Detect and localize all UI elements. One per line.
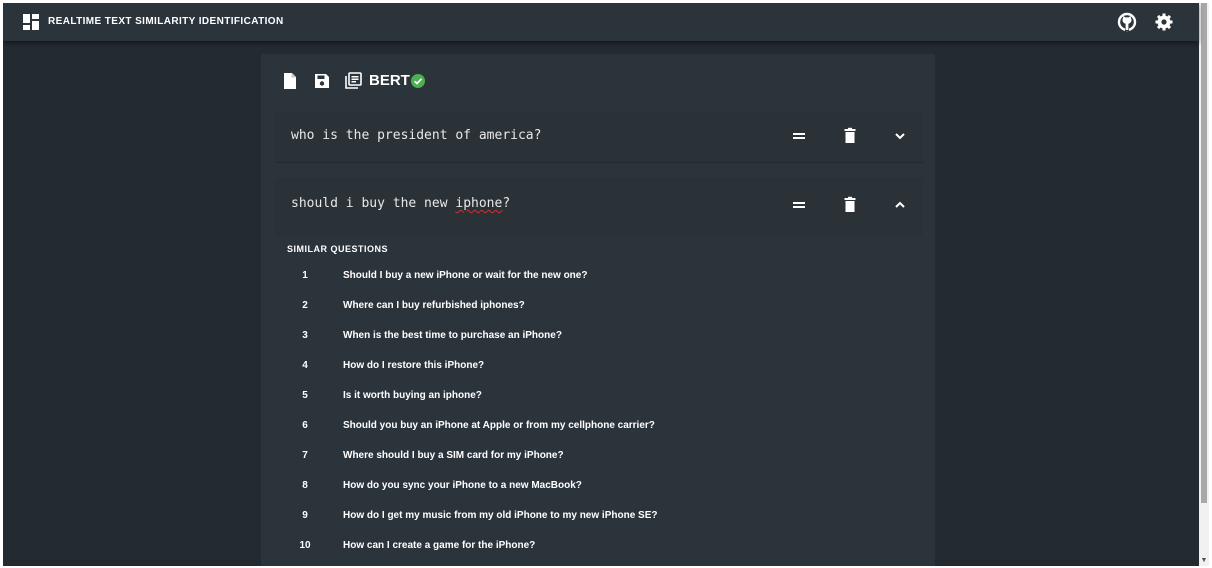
app-window: REALTIME TEXT SIMILARITY IDENTIFICATION (3, 3, 1209, 566)
github-icon[interactable] (1117, 12, 1137, 32)
scrollbar[interactable]: ▼ (1199, 3, 1209, 566)
chevron-down-icon[interactable] (891, 127, 909, 145)
dashboard-icon (23, 14, 39, 30)
check-circle-icon (411, 74, 425, 88)
save-icon[interactable] (313, 72, 331, 90)
app-title: REALTIME TEXT SIMILARITY IDENTIFICATION (48, 16, 284, 27)
misspelled-word: iphone (455, 196, 503, 211)
list-item[interactable]: 3 When is the best time to purchase an i… (287, 322, 917, 352)
model-name: BERT (369, 72, 410, 89)
chevron-up-icon[interactable] (891, 196, 909, 214)
question-text-part: ? (502, 196, 511, 211)
item-text: How can I create a game for the iPhone? (343, 540, 536, 551)
new-file-icon[interactable] (281, 72, 299, 90)
list-item[interactable]: 5 Is it worth buying an iphone? (287, 382, 917, 412)
item-number: 3 (302, 330, 308, 341)
question-text-part: should i buy the new (291, 196, 456, 211)
item-text: Is it worth buying an iphone? (343, 390, 482, 401)
item-text: Where can I buy refurbished iphones? (343, 300, 525, 311)
item-text: How do I get my music from my old iPhone… (343, 510, 658, 521)
list-item[interactable]: 10 How can I create a game for the iPhon… (287, 532, 917, 562)
item-text: Should you buy an iPhone at Apple or fro… (343, 420, 655, 431)
question-row[interactable]: who is the president of america? (275, 112, 923, 163)
list-item[interactable]: 7 Where should I buy a SIM card for my i… (287, 442, 917, 472)
main-panel: BERT who is the president of america? sh… (261, 54, 935, 566)
drag-handle-icon[interactable] (790, 196, 808, 214)
question-text[interactable]: who is the president of america? (291, 128, 541, 143)
list-item[interactable]: 8 How do you sync your iPhone to a new M… (287, 472, 917, 502)
item-number: 10 (299, 540, 311, 551)
list-item[interactable]: 6 Should you buy an iPhone at Apple or f… (287, 412, 917, 442)
list-item[interactable]: 1 Should I buy a new iPhone or wait for … (287, 262, 917, 292)
item-number: 9 (302, 510, 308, 521)
item-text: How do you sync your iPhone to a new Mac… (343, 480, 582, 491)
item-number: 2 (302, 300, 308, 311)
drag-handle-icon[interactable] (790, 127, 808, 145)
library-books-icon[interactable] (344, 72, 362, 90)
list-item[interactable]: 4 How do I restore this iPhone? (287, 352, 917, 382)
similar-questions-heading: SIMILAR QUESTIONS (287, 244, 389, 254)
item-number: 8 (302, 480, 308, 491)
question-text[interactable]: should i buy the new iphone? (291, 196, 510, 211)
item-text: When is the best time to purchase an iPh… (343, 330, 562, 341)
scroll-down-arrow-icon[interactable]: ▼ (1200, 557, 1208, 565)
question-row-expanded[interactable]: should i buy the new iphone? (275, 178, 923, 236)
item-text: Should I buy a new iPhone or wait for th… (343, 270, 588, 281)
item-number: 7 (302, 450, 308, 461)
app-bar: REALTIME TEXT SIMILARITY IDENTIFICATION (3, 3, 1199, 41)
delete-icon[interactable] (841, 127, 859, 145)
item-number: 5 (302, 390, 308, 401)
list-item[interactable]: 9 How do I get my music from my old iPho… (287, 502, 917, 532)
settings-icon[interactable] (1154, 12, 1174, 32)
item-text: Where should I buy a SIM card for my iPh… (343, 450, 564, 461)
list-item[interactable]: 2 Where can I buy refurbished iphones? (287, 292, 917, 322)
delete-icon[interactable] (841, 196, 859, 214)
item-number: 6 (302, 420, 308, 431)
item-text: How do I restore this iPhone? (343, 360, 485, 371)
item-number: 4 (302, 360, 308, 371)
scrollbar-thumb[interactable] (1201, 3, 1207, 503)
item-number: 1 (302, 270, 308, 281)
